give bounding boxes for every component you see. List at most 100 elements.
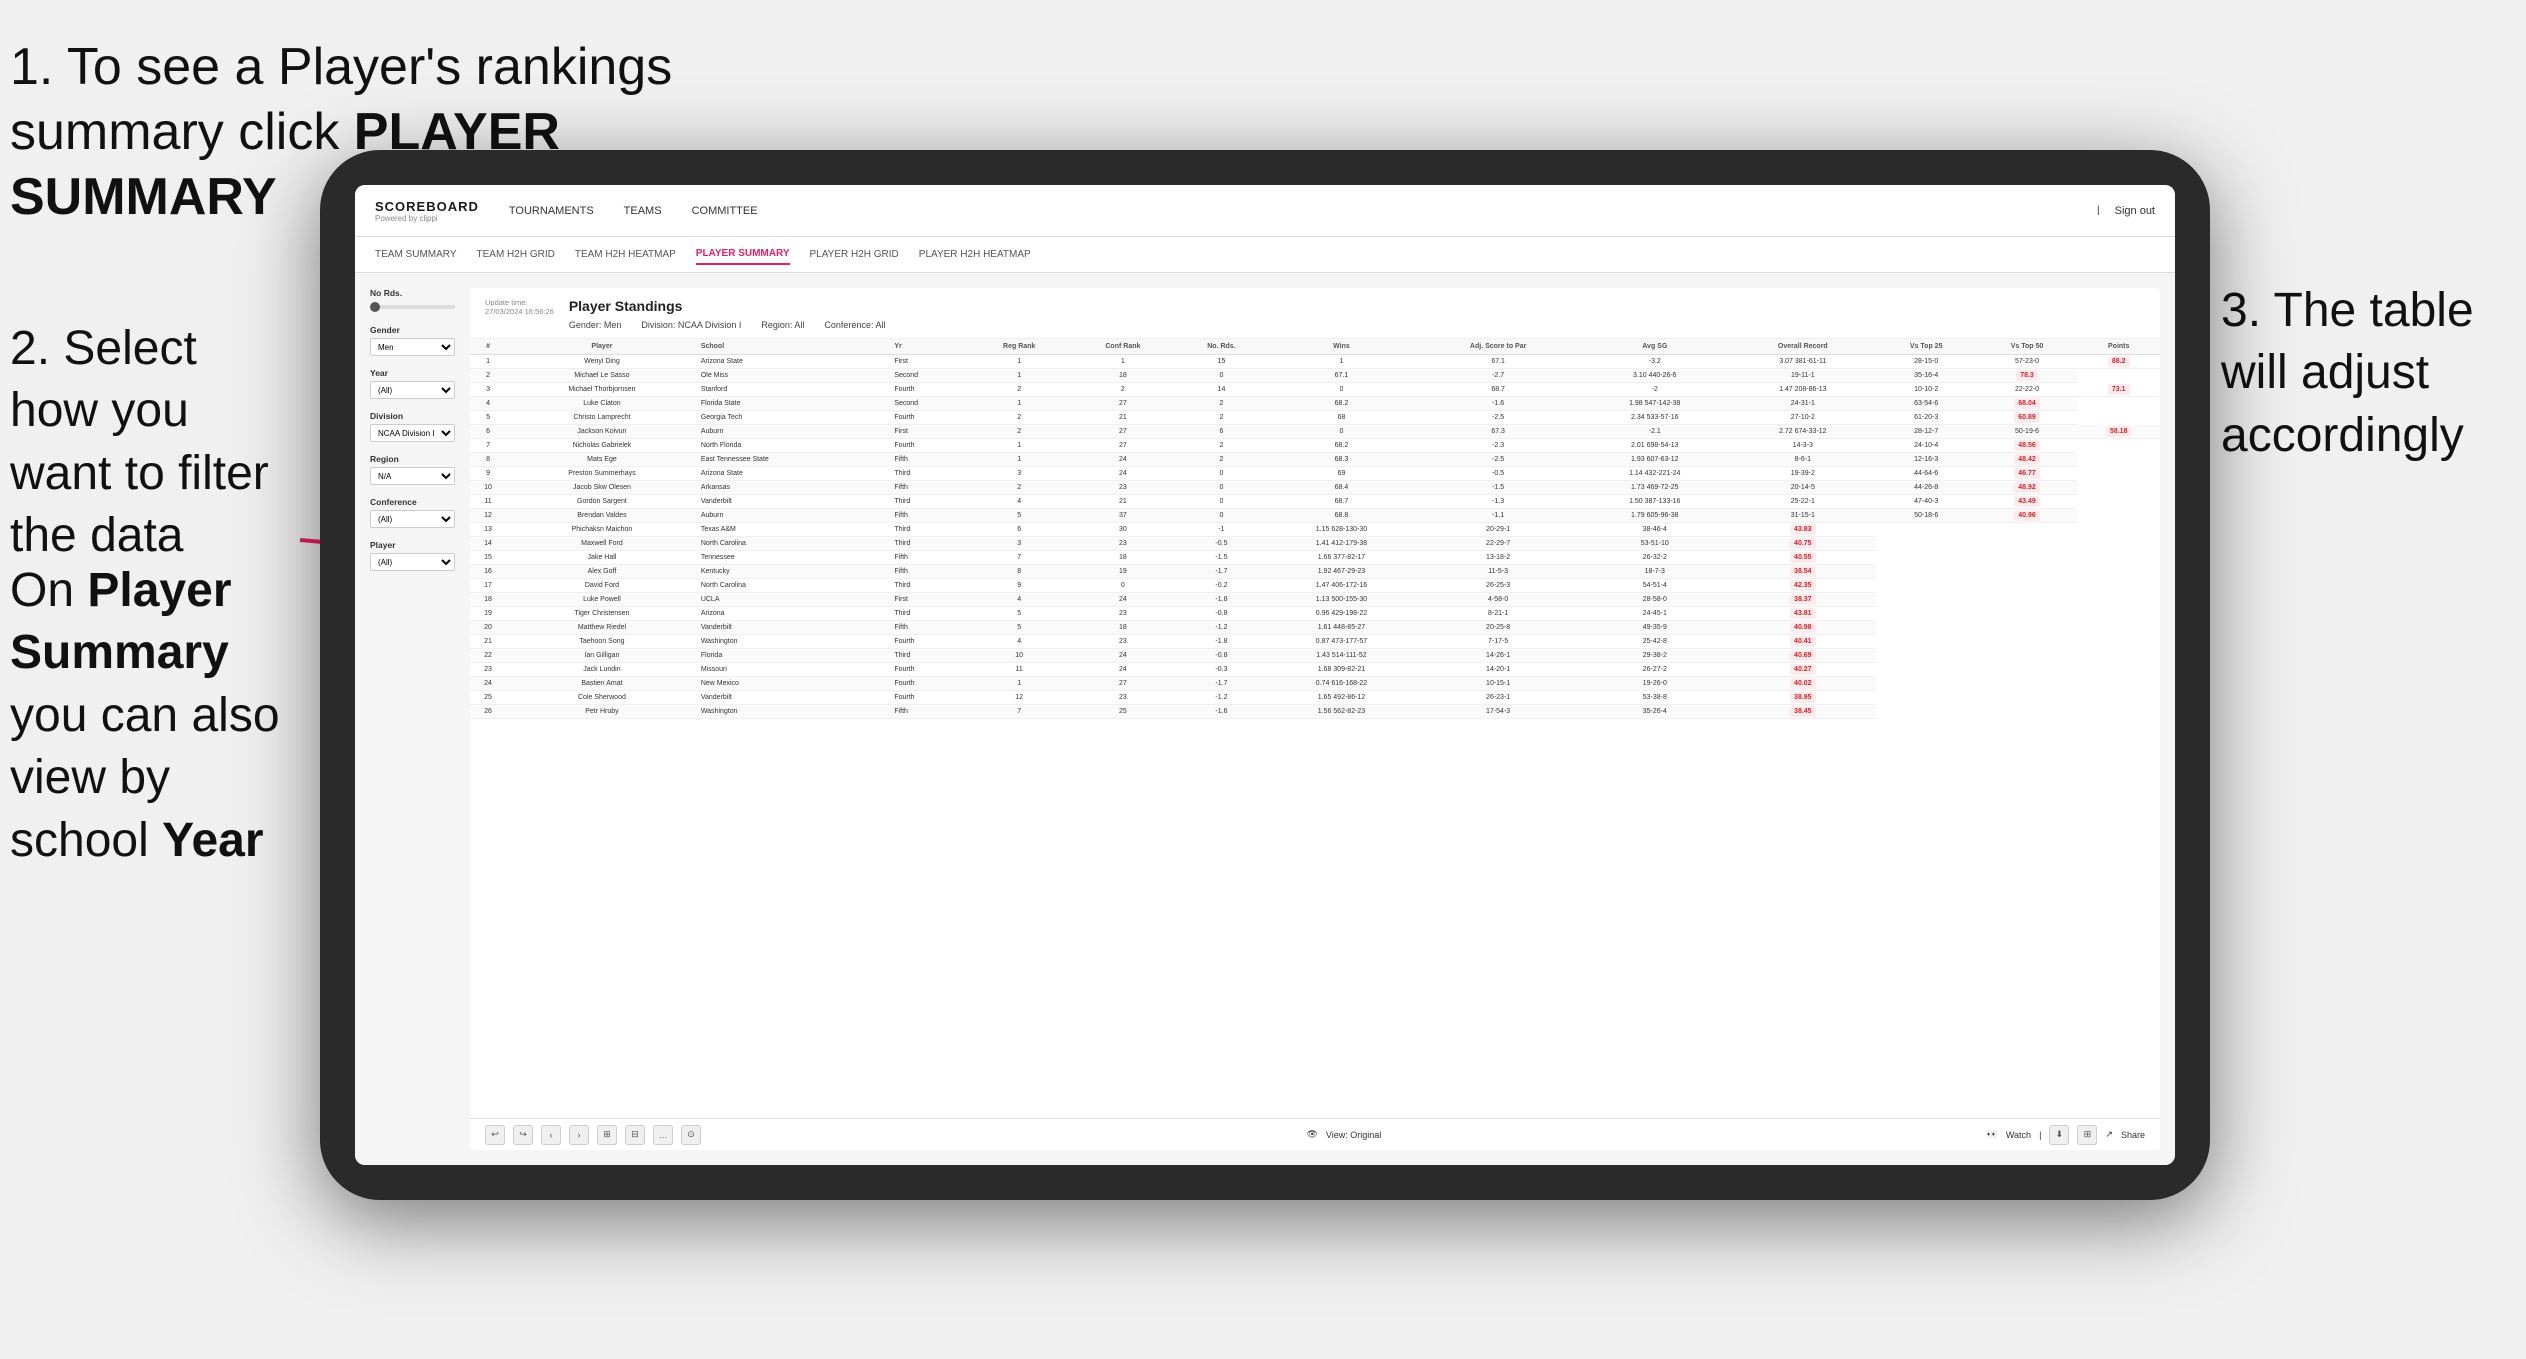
col-adj-score: Adj. Score to Par <box>1417 339 1580 355</box>
download-btn[interactable]: ⬇ <box>2049 1125 2069 1145</box>
table-row[interactable]: 23Jack LundinMissouriFourth1124-0.31.68 … <box>470 663 2160 677</box>
table-row[interactable]: 11Gordon SargentVanderbiltThird421068.7-… <box>470 495 2160 509</box>
division-select[interactable]: NCAA Division I <box>370 424 455 442</box>
no-rds-slider[interactable] <box>370 305 455 309</box>
filter-panel: No Rds. Gender Men Year (All) <box>370 288 455 1150</box>
table-row[interactable]: 21Taehoon SongWashingtonFourth423-1.80.8… <box>470 635 2160 649</box>
table-row[interactable]: 16Alex GoffKentuckyFifth819-1.71.92 467-… <box>470 565 2160 579</box>
table-row[interactable]: 26Petr HrubyWashingtonFifth725-1.61.56 5… <box>470 705 2160 719</box>
table-cell: 9 <box>470 467 506 481</box>
toolbar-sep: | <box>2039 1130 2041 1140</box>
table-row[interactable]: 8Mats EgeEast Tennessee StateFifth124268… <box>470 453 2160 467</box>
subnav-team-h2h-heatmap[interactable]: TEAM H2H HEATMAP <box>575 245 676 264</box>
back-btn[interactable]: ‹ <box>541 1125 561 1145</box>
table-cell: 27 <box>1069 397 1176 411</box>
table-row[interactable]: 5Christo LamprechtGeorgia TechFourth2212… <box>470 411 2160 425</box>
region-select[interactable]: N/A <box>370 467 455 485</box>
table-row[interactable]: 13Phichaksn MaichonTexas A&MThird630-11.… <box>470 523 2160 537</box>
clock-btn[interactable]: ⊙ <box>681 1125 701 1145</box>
table-cell: -2 <box>1580 383 1730 397</box>
meta-gender: Gender: Men <box>569 320 622 330</box>
conference-select[interactable]: (All) <box>370 510 455 528</box>
table-cell: 1.61 448-85-27 <box>1266 621 1416 635</box>
table-row[interactable]: 1Wenyi DingArizona StateFirst1115167.1-3… <box>470 355 2160 369</box>
nav-teams[interactable]: TEAMS <box>624 201 662 221</box>
table-cell: Jack Lundin <box>506 663 698 677</box>
table-cell: -1 <box>1176 523 1266 537</box>
table-cell: 26 <box>470 705 506 719</box>
subnav-player-summary[interactable]: PLAYER SUMMARY <box>696 244 790 265</box>
table-row[interactable]: 20Matthew RiedelVanderbiltFifth518-1.21.… <box>470 621 2160 635</box>
subnav-player-h2h-heatmap[interactable]: PLAYER H2H HEATMAP <box>919 245 1031 264</box>
table-cell: Tiger Christensen <box>506 607 698 621</box>
table-cell: 27 <box>1069 439 1176 453</box>
gender-select[interactable]: Men <box>370 338 455 356</box>
nav-committee[interactable]: COMMITTEE <box>692 201 758 221</box>
instruction-step2: 2. Select how you want to filter the dat… <box>10 318 290 568</box>
undo-btn[interactable]: ↩ <box>485 1125 505 1145</box>
table-cell: 68.8 <box>1266 509 1416 523</box>
table-cell: 2 <box>1176 439 1266 453</box>
table-row[interactable]: 2Michael Le SassoOle MissSecond118067.1-… <box>470 369 2160 383</box>
table-cell: Phichaksn Maichon <box>506 523 698 537</box>
subnav-team-h2h-grid[interactable]: TEAM H2H GRID <box>477 245 555 264</box>
nav-tournaments[interactable]: TOURNAMENTS <box>509 201 594 221</box>
redo-btn[interactable]: ↪ <box>513 1125 533 1145</box>
table-cell: Fourth <box>891 411 969 425</box>
table-cell: Fifth <box>891 705 969 719</box>
table-row[interactable]: 9Preston SummerhaysArizona StateThird324… <box>470 467 2160 481</box>
table-row[interactable]: 12Brendan ValdesAuburnFifth537068.8-1.11… <box>470 509 2160 523</box>
table-row[interactable]: 10Jacob Skw OlesenArkansasFifth223068.4-… <box>470 481 2160 495</box>
year-select[interactable]: (All) <box>370 381 455 399</box>
table-cell: 18 <box>470 593 506 607</box>
copy-btn[interactable]: ⊞ <box>597 1125 617 1145</box>
subnav-team-summary[interactable]: TEAM SUMMARY <box>375 245 457 264</box>
table-row[interactable]: 22Ian GilliganFloridaThird1024-0.81.43 5… <box>470 649 2160 663</box>
watch-label[interactable]: Watch <box>2006 1130 2031 1140</box>
col-vs-top50: Vs Top 50 <box>1977 339 2078 355</box>
table-row[interactable]: 4Luke ClatonFlorida StateSecond127268.2-… <box>470 397 2160 411</box>
table-cell: East Tennessee State <box>698 453 892 467</box>
table-cell: -1.3 <box>1417 495 1580 509</box>
share-label[interactable]: Share <box>2121 1130 2145 1140</box>
table-cell: Preston Summerhays <box>506 467 698 481</box>
update-time: Update time: 27/03/2024 16:56:26 <box>485 298 554 316</box>
table-row[interactable]: 6Jackson KoivunAuburnFirst2276067.3-2.12… <box>470 425 2160 439</box>
table-row[interactable]: 19Tiger ChristensenArizonaThird523-0.80.… <box>470 607 2160 621</box>
settings-btn[interactable]: ⊞ <box>2077 1125 2097 1145</box>
sign-out-link[interactable]: Sign out <box>2115 201 2155 221</box>
table-cell: 42.35 <box>1730 579 1876 593</box>
more-btn[interactable]: … <box>653 1125 673 1145</box>
table-row[interactable]: 17David FordNorth CarolinaThird90-0.21.4… <box>470 579 2160 593</box>
subnav-player-h2h-grid[interactable]: PLAYER H2H GRID <box>810 245 899 264</box>
table-cell: 4 <box>470 397 506 411</box>
paste-btn[interactable]: ⊟ <box>625 1125 645 1145</box>
table-cell: 0.96 429-198-22 <box>1266 607 1416 621</box>
table-row[interactable]: 25Cole SherwoodVanderbiltFourth1223-1.21… <box>470 691 2160 705</box>
table-row[interactable]: 24Bastien AmatNew MexicoFourth127-1.70.7… <box>470 677 2160 691</box>
watch-icon: 👀 <box>1987 1129 1998 1140</box>
table-row[interactable]: 15Jake HallTennesseeFifth718-1.51.66 377… <box>470 551 2160 565</box>
table-cell: 50-18-6 <box>1876 509 1977 523</box>
table-cell: -0.2 <box>1176 579 1266 593</box>
table-cell: Fifth <box>891 509 969 523</box>
table-row[interactable]: 3Michael ThorbjornsenStanfordFourth22140… <box>470 383 2160 397</box>
table-cell: 24 <box>1069 649 1176 663</box>
table-cell: 1.65 492-86-12 <box>1266 691 1416 705</box>
table-cell: 29-38-2 <box>1580 649 1730 663</box>
table-cell: 24 <box>1069 467 1176 481</box>
table-row[interactable]: 14Maxwell FordNorth CarolinaThird323-0.5… <box>470 537 2160 551</box>
table-row[interactable]: 7Nicholas GabrielekNorth FloridaFourth12… <box>470 439 2160 453</box>
table-cell: 1 <box>1266 355 1416 369</box>
table-cell: 4 <box>969 495 1069 509</box>
table-cell: 1 <box>969 677 1069 691</box>
table-cell: 1 <box>1069 355 1176 369</box>
table-cell: 40.98 <box>1730 621 1876 635</box>
table-row[interactable]: 18Luke PowellUCLAFirst424-1.81.13 500-15… <box>470 593 2160 607</box>
player-select[interactable]: (All) <box>370 553 455 571</box>
col-player: Player <box>506 339 698 355</box>
table-cell: 2 <box>969 481 1069 495</box>
table-cell: 30 <box>1069 523 1176 537</box>
table-cell: 25-22-1 <box>1730 495 1876 509</box>
forward-btn[interactable]: › <box>569 1125 589 1145</box>
